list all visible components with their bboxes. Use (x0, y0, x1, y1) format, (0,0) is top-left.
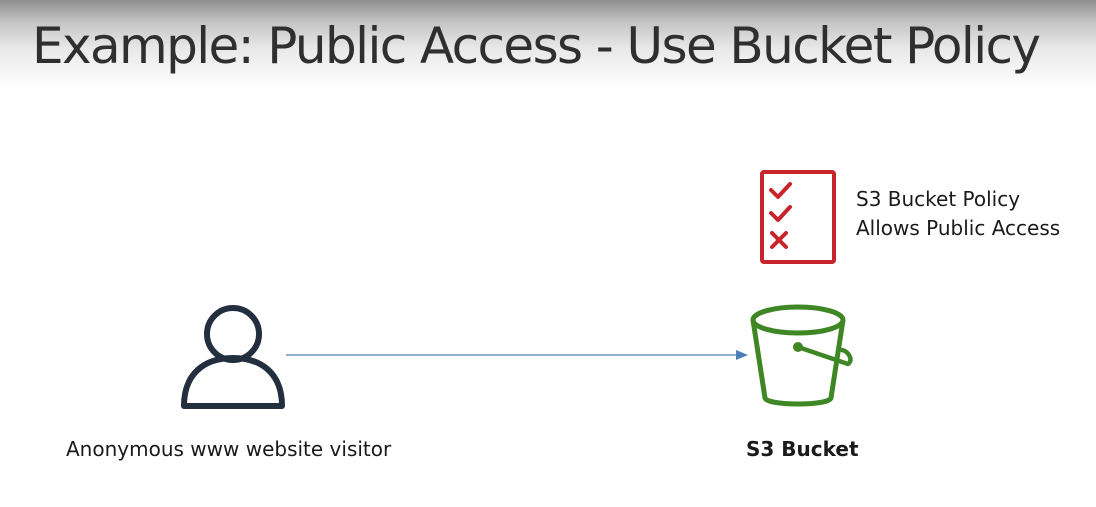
arrow-head (736, 350, 748, 360)
user-head (204, 305, 262, 363)
check-mark-1 (769, 182, 792, 199)
visitor-label: Anonymous www website visitor (66, 437, 392, 461)
s3-bucket-icon (750, 304, 853, 407)
policy-label: S3 Bucket Policy Allows Public Access (856, 185, 1060, 243)
user-body (181, 355, 285, 409)
bucket-rim (750, 304, 846, 336)
check-mark-2 (769, 205, 792, 222)
title-bar: Example: Public Access - Use Bucket Poli… (0, 0, 1096, 92)
bucket-label: S3 Bucket (746, 437, 859, 461)
checklist-icon (760, 170, 836, 264)
policy-label-line-2: Allows Public Access (856, 216, 1061, 240)
user-icon (181, 305, 285, 409)
policy-label-line-1: S3 Bucket Policy (856, 187, 1021, 211)
access-arrow (286, 350, 748, 360)
slide-title: Example: Public Access - Use Bucket Poli… (32, 17, 1041, 75)
cross-mark (770, 231, 788, 249)
bucket-handle (795, 344, 853, 367)
